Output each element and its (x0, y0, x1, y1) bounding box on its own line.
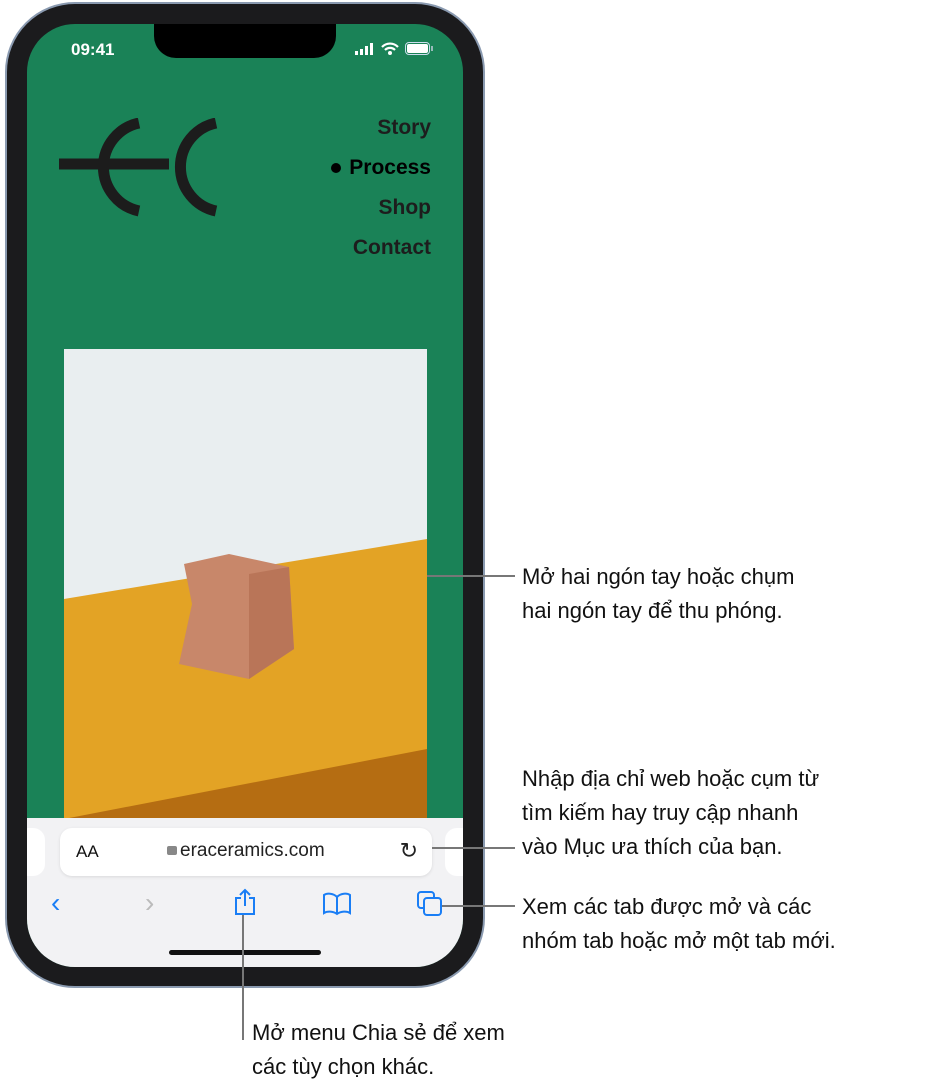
reload-icon[interactable]: ↻ (400, 838, 418, 864)
text-size-button[interactable]: AA (76, 842, 99, 862)
forward-icon[interactable]: › (145, 888, 154, 918)
callout-line-address (432, 847, 515, 849)
url-text[interactable]: eraceramics.com (180, 840, 325, 862)
lock-icon (167, 846, 177, 855)
clay-photo (64, 349, 427, 819)
status-icons (355, 42, 433, 55)
callout-zoom: Mở hai ngón tay hoặc chụm hai ngón tay để… (522, 564, 795, 623)
bookmarks-icon[interactable] (322, 892, 352, 916)
safari-toolbar: AA eraceramics.com ↻ ‹ › (27, 818, 463, 967)
signal-icon (355, 42, 373, 55)
callout-address: Nhập địa chỉ web hoặc cụm từ tìm kiếm hay… (522, 766, 820, 859)
home-indicator (169, 950, 321, 955)
nav-story[interactable]: Story (331, 114, 431, 154)
status-time: 09:41 (71, 40, 115, 59)
nav-shop[interactable]: Shop (331, 194, 432, 234)
screen: 09:41 Story Process Shop Contact AA erac… (27, 24, 463, 967)
share-icon[interactable] (233, 888, 257, 916)
ec-logo (59, 118, 218, 217)
back-icon[interactable]: ‹ (51, 888, 60, 918)
battery-icon (405, 42, 433, 55)
site-nav: Story Process Shop Contact (331, 114, 431, 274)
nav-contact[interactable]: Contact (331, 234, 431, 274)
prev-tab-preview[interactable] (27, 828, 45, 876)
callout-line-share (242, 915, 244, 1040)
tabs-icon[interactable] (417, 891, 443, 917)
callout-share: Mở menu Chia sẻ để xem các tùy chọn khác. (252, 1020, 505, 1079)
address-bar[interactable]: AA eraceramics.com ↻ (60, 828, 432, 876)
callout-tabs: Xem các tab được mở và các nhóm tab hoặc … (522, 894, 836, 953)
notch (154, 24, 336, 58)
next-tab-preview[interactable] (445, 828, 463, 876)
nav-process[interactable]: Process (331, 154, 431, 194)
active-dot (331, 163, 342, 174)
callout-line-zoom (427, 575, 515, 577)
wifi-icon (381, 42, 399, 55)
callout-line-tabs (442, 905, 515, 907)
